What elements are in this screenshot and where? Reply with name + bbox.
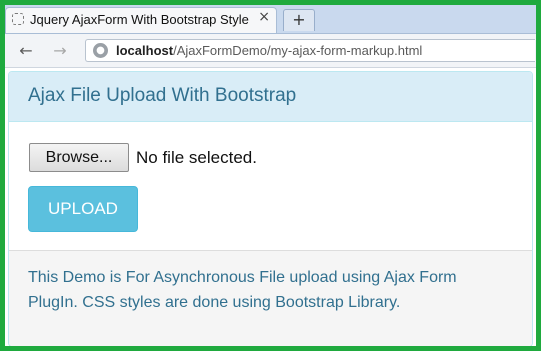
globe-icon: ● xyxy=(93,43,108,58)
footer-text: This Demo is For Asynchronous File uploa… xyxy=(28,269,457,311)
browser-tab[interactable]: Jquery AjaxForm With Bootstrap Style × xyxy=(5,7,277,33)
address-bar[interactable]: ● localhost/AjaxFormDemo/my-ajax-form-ma… xyxy=(85,39,535,62)
new-tab-button[interactable]: + xyxy=(283,9,315,31)
tab-title: Jquery AjaxForm With Bootstrap Style xyxy=(30,12,249,27)
url-path: /AjaxFormDemo/my-ajax-form-markup.html xyxy=(173,43,423,58)
close-icon[interactable]: × xyxy=(258,9,270,25)
tab-strip: Jquery AjaxForm With Bootstrap Style × + xyxy=(5,5,536,34)
panel-body: Browse... No file selected. UPLOAD xyxy=(9,122,532,250)
forward-arrow-icon[interactable]: → xyxy=(49,40,71,62)
upload-button[interactable]: UPLOAD xyxy=(28,186,138,232)
page-icon xyxy=(12,13,24,25)
panel-title: Ajax File Upload With Bootstrap xyxy=(28,85,297,106)
screenshot-frame: Jquery AjaxForm With Bootstrap Style × +… xyxy=(0,0,541,351)
navigation-bar: ← → ● localhost/AjaxFormDemo/my-ajax-for… xyxy=(5,34,536,68)
panel-heading: Ajax File Upload With Bootstrap xyxy=(9,72,532,122)
url-text: localhost/AjaxFormDemo/my-ajax-form-mark… xyxy=(116,43,422,58)
panel-footer: This Demo is For Asynchronous File uploa… xyxy=(9,250,532,346)
url-host: localhost xyxy=(116,43,174,58)
back-arrow-icon[interactable]: ← xyxy=(15,40,37,62)
browse-button[interactable]: Browse... xyxy=(29,143,129,172)
file-status-text: No file selected. xyxy=(136,148,257,167)
page-content: Ajax File Upload With Bootstrap Browse..… xyxy=(5,68,536,346)
upload-panel: Ajax File Upload With Bootstrap Browse..… xyxy=(8,71,533,346)
